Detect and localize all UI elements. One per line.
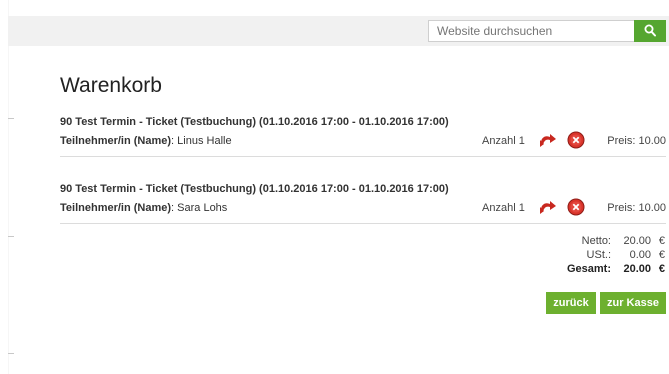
ust-value: 0.00 — [629, 249, 651, 261]
participant-name: : Linus Halle — [171, 135, 232, 147]
cart-item: 90 Test Termin - Ticket (Testbuchung) (0… — [60, 183, 666, 220]
quantity: Anzahl 1 — [482, 135, 525, 147]
item-row: Teilnehmer/in (Name): Sara Lohs Anzahl 1… — [60, 198, 666, 220]
netto-row: Netto: 20.00 € — [567, 235, 665, 249]
back-button[interactable]: zurück — [546, 292, 596, 314]
remove-icon[interactable] — [567, 131, 585, 149]
ust-currency: € — [658, 249, 665, 261]
quantity-label: Anzahl — [482, 135, 516, 147]
cart-totals: Netto: 20.00 € USt.: 0.00 € Gesamt: 20.00 € — [567, 235, 665, 277]
cart-item: 90 Test Termin - Ticket (Testbuchung) (0… — [60, 116, 666, 153]
search-input[interactable] — [428, 20, 635, 42]
item-price: Preis: 10.00 — [607, 135, 666, 147]
quantity: Anzahl 1 — [482, 202, 525, 214]
participant: Teilnehmer/in (Name): Linus Halle — [60, 135, 232, 147]
ust-label: USt.: — [586, 249, 611, 261]
left-border — [8, 0, 9, 374]
search-icon — [644, 24, 656, 37]
gesamt-currency: € — [658, 263, 665, 275]
item-title: 90 Test Termin - Ticket (Testbuchung) (0… — [60, 183, 449, 195]
participant-label: Teilnehmer/in (Name) — [60, 135, 172, 147]
participant-label: Teilnehmer/in (Name) — [60, 202, 172, 214]
ust-row: USt.: 0.00 € — [567, 249, 665, 263]
left-tick — [8, 118, 14, 119]
netto-value: 20.00 — [623, 235, 651, 247]
refresh-icon[interactable] — [538, 198, 558, 216]
checkout-button[interactable]: zur Kasse — [600, 292, 666, 314]
refresh-icon[interactable] — [538, 131, 558, 149]
item-price: Preis: 10.00 — [607, 202, 666, 214]
search-button[interactable] — [634, 20, 666, 42]
quantity-value: 1 — [518, 135, 525, 147]
divider — [60, 223, 666, 224]
divider — [60, 156, 666, 157]
header-bar — [8, 16, 669, 46]
page-title: Warenkorb — [60, 74, 162, 97]
left-tick — [8, 353, 14, 354]
item-title: 90 Test Termin - Ticket (Testbuchung) (0… — [60, 116, 449, 128]
item-row: Teilnehmer/in (Name): Linus Halle Anzahl… — [60, 131, 666, 153]
gesamt-label: Gesamt: — [566, 263, 611, 275]
remove-icon[interactable] — [567, 198, 585, 216]
left-tick — [8, 236, 14, 237]
gesamt-row: Gesamt: 20.00 € — [567, 263, 665, 277]
participant-name: : Sara Lohs — [171, 202, 228, 214]
quantity-label: Anzahl — [482, 202, 516, 214]
participant: Teilnehmer/in (Name): Sara Lohs — [60, 202, 227, 214]
netto-label: Netto: — [581, 235, 611, 247]
gesamt-value: 20.00 — [623, 263, 651, 275]
netto-currency: € — [658, 235, 665, 247]
quantity-value: 1 — [518, 202, 525, 214]
